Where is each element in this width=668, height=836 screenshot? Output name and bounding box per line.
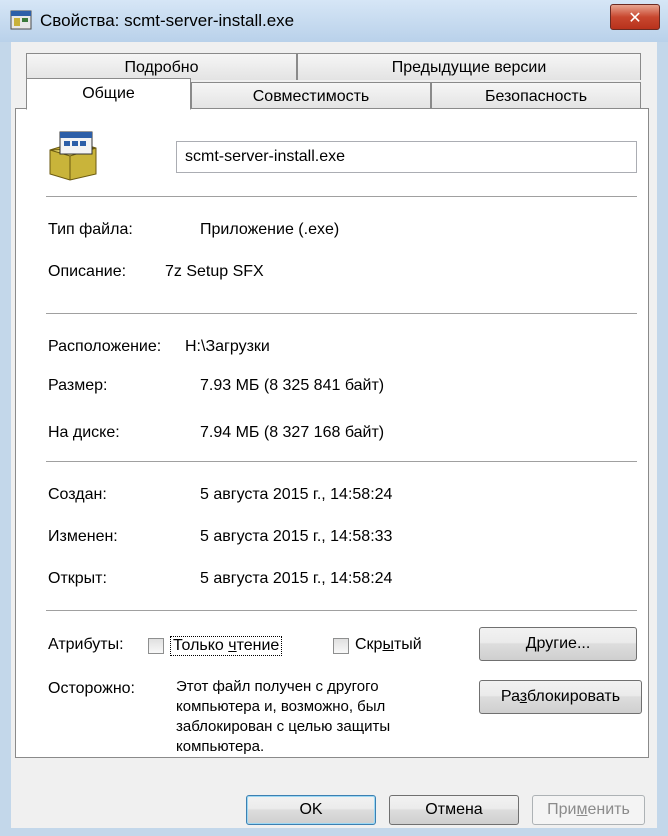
disk-size-value: 7.94 МБ (8 327 168 байт) bbox=[200, 424, 385, 441]
exe-installer-icon bbox=[49, 131, 97, 181]
hidden-label[interactable]: Скрытый bbox=[355, 636, 422, 654]
size-value: 7.93 МБ (8 325 841 байт) bbox=[200, 377, 385, 394]
divider bbox=[46, 196, 637, 197]
created-value: 5 августа 2015 г., 14:58:24 bbox=[200, 486, 393, 503]
cancel-button[interactable]: Отмена bbox=[389, 795, 519, 825]
apply-button[interactable]: Применить bbox=[532, 795, 645, 825]
location-value: H:\Загрузки bbox=[185, 338, 270, 355]
ok-button[interactable]: OK bbox=[246, 795, 376, 825]
tab-compatibility[interactable]: Совместимость bbox=[191, 82, 431, 109]
opened-label: Открыт: bbox=[48, 570, 107, 587]
close-icon: ✕ bbox=[628, 7, 642, 27]
security-warning-text: Этот файл получен с другого компьютера и… bbox=[176, 678, 391, 755]
file-type-value: Приложение (.exe) bbox=[200, 221, 340, 238]
warning-label: Осторожно: bbox=[48, 680, 135, 697]
file-name-field[interactable]: scmt-server-install.exe bbox=[176, 141, 637, 173]
tab-security[interactable]: Безопасность bbox=[431, 82, 641, 109]
divider bbox=[46, 610, 637, 611]
readonly-label[interactable]: Только чтение bbox=[170, 636, 283, 656]
readonly-checkbox[interactable] bbox=[148, 638, 164, 654]
tab-previous-versions[interactable]: Предыдущие версии bbox=[297, 53, 641, 80]
close-button[interactable]: ✕ bbox=[610, 4, 660, 30]
location-label: Расположение: bbox=[48, 338, 162, 355]
created-label: Создан: bbox=[48, 486, 107, 503]
tab-general[interactable]: Общие bbox=[26, 78, 191, 110]
description-label: Описание: bbox=[48, 263, 127, 280]
title-bar[interactable]: Свойства: scmt-server-install.exe ✕ bbox=[0, 0, 668, 42]
attributes-label: Атрибуты: bbox=[48, 636, 124, 653]
size-label: Размер: bbox=[48, 377, 108, 394]
unblock-button[interactable]: Разблокировать bbox=[479, 680, 642, 714]
tab-details[interactable]: Подробно bbox=[26, 53, 297, 80]
file-type-label: Тип файла: bbox=[48, 221, 133, 238]
disk-size-label: На диске: bbox=[48, 424, 120, 441]
divider bbox=[46, 461, 637, 462]
divider bbox=[46, 313, 637, 314]
opened-value: 5 августа 2015 г., 14:58:24 bbox=[200, 570, 393, 587]
modified-label: Изменен: bbox=[48, 528, 118, 545]
other-attributes-button[interactable]: Другие... bbox=[479, 627, 637, 661]
description-value: 7z Setup SFX bbox=[165, 263, 264, 280]
app-window-icon bbox=[10, 10, 32, 30]
window-title: Свойства: scmt-server-install.exe bbox=[40, 11, 295, 30]
modified-value: 5 августа 2015 г., 14:58:33 bbox=[200, 528, 393, 545]
hidden-checkbox[interactable] bbox=[333, 638, 349, 654]
